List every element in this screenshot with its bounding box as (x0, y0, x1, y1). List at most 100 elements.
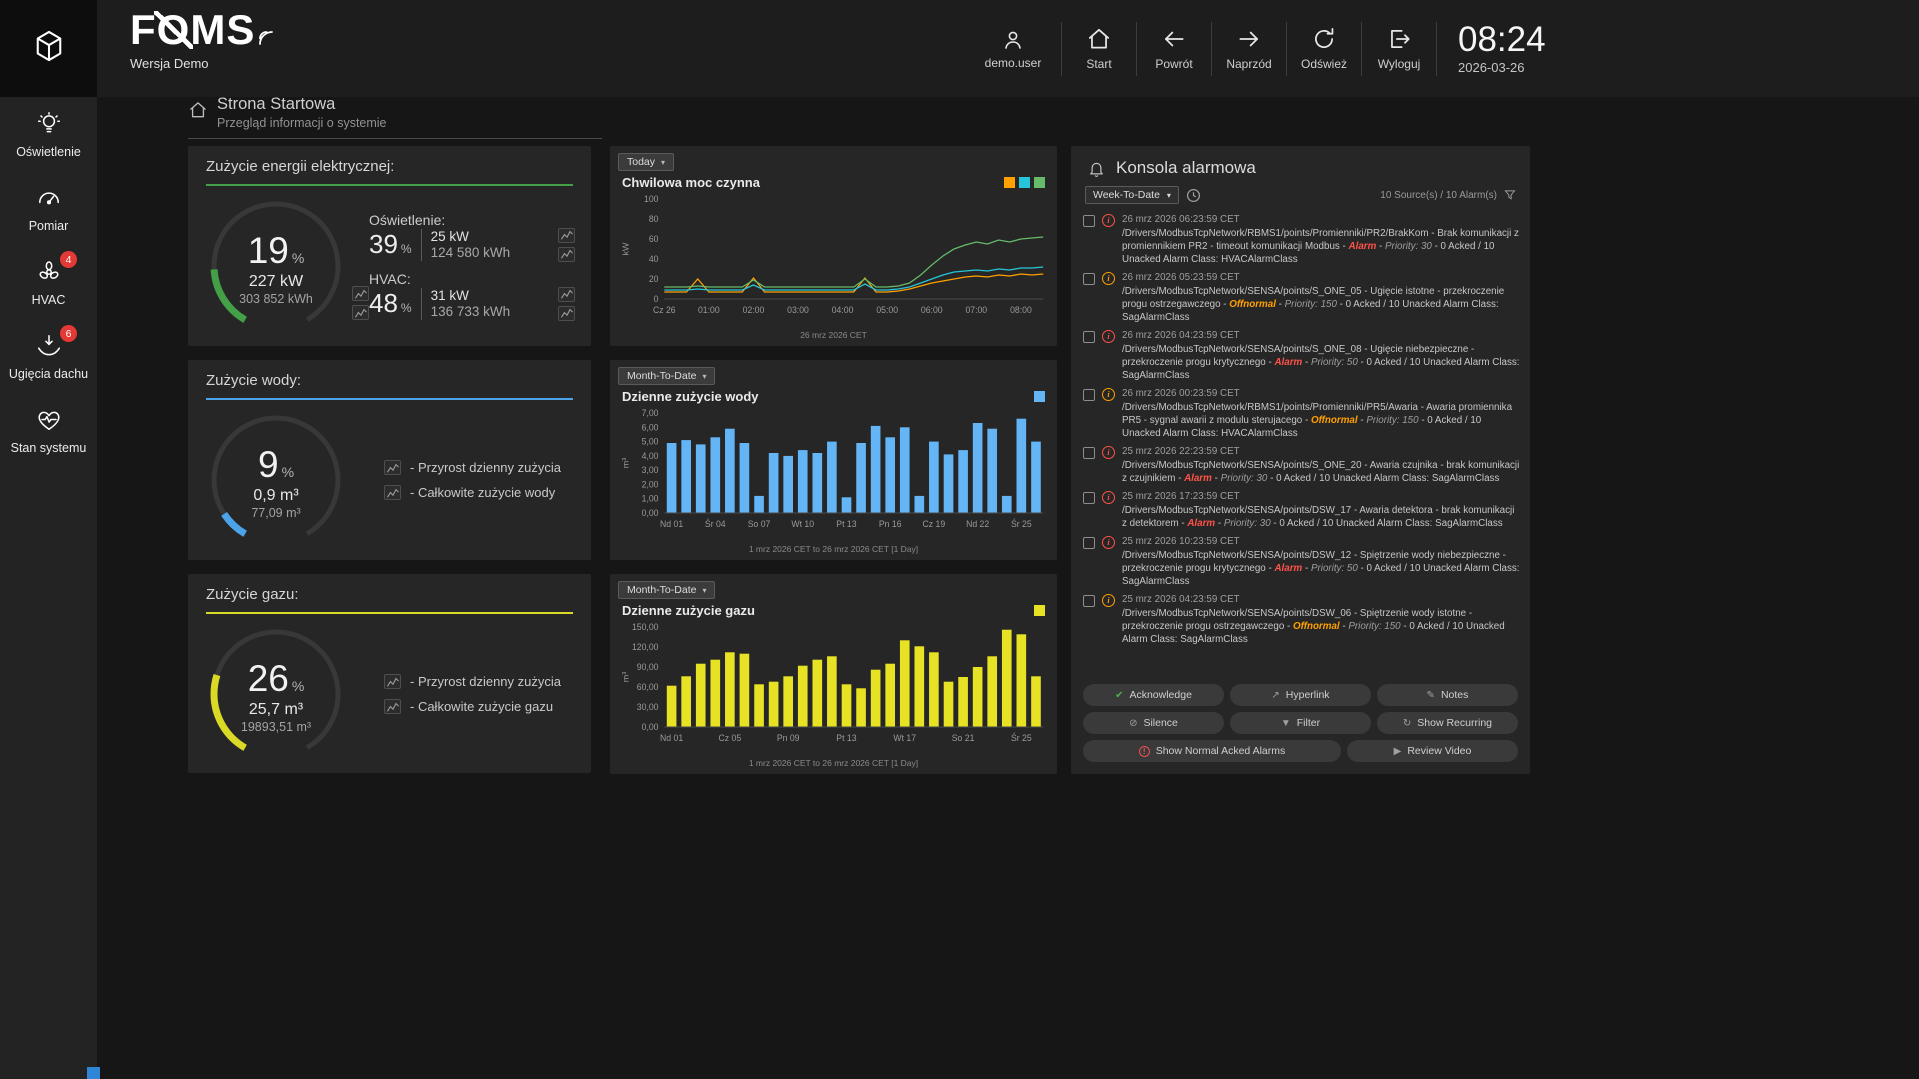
nav-forward[interactable]: Naprzód (1217, 26, 1281, 71)
trend-icon[interactable] (384, 674, 401, 689)
svg-text:0,00: 0,00 (642, 508, 659, 518)
trend-icon[interactable] (558, 306, 575, 321)
svg-text:Śr 04: Śr 04 (705, 518, 726, 529)
trend-icon[interactable] (384, 485, 401, 500)
alarm-row[interactable]: i26 mrz 2026 00:23:59 CET/Drivers/Modbus… (1083, 387, 1520, 440)
gas-legend-1: - Przyrost dzienny zużycia (410, 674, 561, 689)
alarm-time: 25 mrz 2026 04:23:59 CET (1122, 593, 1520, 606)
alarm-checkbox[interactable] (1083, 595, 1095, 607)
alarm-severity-icon: i (1102, 272, 1115, 285)
svg-text:2,00: 2,00 (642, 479, 659, 489)
gas-chart-panel: Month-To-Date ▾ Dzienne zużycie gazu 0,0… (610, 574, 1057, 774)
sidebar-item-oswietlenie[interactable]: Oświetlenie (0, 97, 97, 171)
alarm-console: Konsola alarmowa Week-To-Date ▾ 10 Sourc… (1071, 146, 1530, 774)
app-screen: FOMS Wersja Demo demo.user Start (0, 0, 1919, 1079)
divider (421, 288, 422, 320)
divider (1136, 22, 1137, 76)
alarm-btn-review-video[interactable]: ▶Review Video (1347, 740, 1518, 762)
alarm-list: i26 mrz 2026 06:23:59 CET/Drivers/Modbus… (1071, 211, 1530, 678)
filter-icon: ▼ (1281, 718, 1291, 729)
alarm-row[interactable]: i25 mrz 2026 17:23:59 CET/Drivers/Modbus… (1083, 490, 1520, 530)
clock: 08:24 2026-03-26 (1454, 22, 1546, 75)
alarm-severity-icon: i (1102, 446, 1115, 459)
nav-refresh[interactable]: Odśwież (1292, 26, 1356, 71)
legend-swatch (1034, 177, 1045, 188)
silence-icon: ⊘ (1129, 718, 1137, 729)
alarm-row[interactable]: i26 mrz 2026 06:23:59 CET/Drivers/Modbus… (1083, 213, 1520, 266)
alarm-checkbox[interactable] (1083, 273, 1095, 285)
hvac-energy: 136 733 kWh (431, 304, 511, 319)
gas-chart: 0,0030,0060,0090,00120,00150,00m³Nd 01Cz… (618, 619, 1049, 757)
svg-text:04:00: 04:00 (832, 305, 854, 315)
alarm-text: 25 mrz 2026 22:23:59 CET/Drivers/ModbusT… (1122, 445, 1520, 485)
svg-text:20: 20 (649, 274, 659, 284)
nav-back[interactable]: Powrót (1142, 26, 1206, 71)
trend-icon[interactable] (384, 699, 401, 714)
alarm-message: /Drivers/ModbusTcpNetwork/RBMS1/points/P… (1122, 227, 1520, 266)
chevron-down-icon: ▾ (702, 372, 706, 381)
gas-percent: 26 (248, 658, 289, 699)
energy-power: 227 kW (249, 273, 303, 291)
alarm-checkbox[interactable] (1083, 389, 1095, 401)
sidebar-item-pomiar[interactable]: Pomiar (0, 171, 97, 245)
svg-text:30,00: 30,00 (637, 702, 659, 712)
gas-gauge: 26% 25,7 m³ 19893,51 m³ (202, 620, 350, 768)
alarm-checkbox[interactable] (1083, 215, 1095, 227)
filter-icon[interactable] (1504, 189, 1516, 201)
water-chart-panel: Month-To-Date ▾ Dzienne zużycie wody 0,0… (610, 360, 1057, 560)
check-icon: ✔ (1115, 690, 1123, 701)
roof-deflection-icon (36, 332, 62, 360)
brand-title: FOMS (130, 8, 274, 54)
trend-icon[interactable] (558, 228, 575, 243)
sidebar-item-hvac[interactable]: 4 HVAC (0, 245, 97, 319)
alarm-btn-show-normal-acked-alarms[interactable]: !Show Normal Acked Alarms (1083, 740, 1341, 762)
trend-icon[interactable] (384, 460, 401, 475)
nav-logout[interactable]: Wyloguj (1367, 26, 1431, 71)
alarm-row[interactable]: i25 mrz 2026 10:23:59 CET/Drivers/Modbus… (1083, 535, 1520, 588)
trend-icon[interactable] (558, 247, 575, 262)
water-percent: 9 (258, 444, 279, 485)
alarm-time: 25 mrz 2026 22:23:59 CET (1122, 445, 1520, 458)
fan-icon (36, 258, 62, 286)
clock-icon[interactable] (1186, 188, 1201, 203)
alarm-btn-notes[interactable]: ✎Notes (1377, 684, 1518, 706)
power-chart-panel: Today ▾ Chwilowa moc czynna 020406080100… (610, 146, 1057, 346)
range-selector-today[interactable]: Today ▾ (618, 153, 674, 171)
alarm-row[interactable]: i25 mrz 2026 04:23:59 CET/Drivers/Modbus… (1083, 593, 1520, 646)
svg-text:02:00: 02:00 (743, 305, 765, 315)
alarm-btn-silence[interactable]: ⊘Silence (1083, 712, 1224, 734)
alarm-btn-acknowledge[interactable]: ✔Acknowledge (1083, 684, 1224, 706)
sidebar-item-ugiecia-dachu[interactable]: 6 Ugięcia dachu (0, 319, 97, 393)
scroll-indicator[interactable] (87, 1067, 100, 1079)
svg-text:01:00: 01:00 (698, 305, 720, 315)
water-chart-footer: 1 mrz 2026 CET to 26 mrz 2026 CET [1 Day… (618, 543, 1049, 556)
notes-icon: ✎ (1427, 690, 1435, 701)
alarm-row[interactable]: i26 mrz 2026 05:23:59 CET/Drivers/Modbus… (1083, 271, 1520, 324)
alarm-btn-filter[interactable]: ▼Filter (1230, 712, 1371, 734)
trend-icon[interactable] (352, 286, 369, 301)
alarm-checkbox[interactable] (1083, 447, 1095, 459)
alarm-row[interactable]: i 25 mrz 2026 22:23:59 CET/Drivers/Modbus… (1083, 445, 1520, 485)
user-menu[interactable]: demo.user (970, 28, 1056, 70)
alarm-btn-show-recurring[interactable]: ↻Show Recurring (1377, 712, 1518, 734)
divider (1211, 22, 1212, 76)
svg-text:Wt 10: Wt 10 (791, 519, 814, 529)
app-logo-button[interactable] (0, 0, 97, 97)
svg-text:Nd 22: Nd 22 (966, 519, 989, 529)
alarm-checkbox[interactable] (1083, 331, 1095, 343)
alarm-checkbox[interactable] (1083, 537, 1095, 549)
alarm-buttons: ✔Acknowledge ↗Hyperlink ✎Notes ⊘Silence ▼Fil… (1071, 678, 1530, 774)
alarm-row[interactable]: i26 mrz 2026 04:23:59 CET/Drivers/Modbus… (1083, 329, 1520, 382)
range-selector-water[interactable]: Month-To-Date ▾ (618, 367, 715, 385)
sidebar-item-stan-systemu[interactable]: Stan systemu (0, 393, 97, 467)
alarm-btn-hyperlink[interactable]: ↗Hyperlink (1230, 684, 1371, 706)
trend-icon[interactable] (352, 305, 369, 320)
alarm-console-title: Konsola alarmowa (1116, 158, 1256, 178)
alarm-severity-icon: i (1102, 594, 1115, 607)
nav-start[interactable]: Start (1067, 26, 1131, 71)
alarm-checkbox[interactable] (1083, 492, 1095, 504)
range-selector-gas[interactable]: Month-To-Date ▾ (618, 581, 715, 599)
gas-legend-2: - Całkowite zużycie gazu (410, 699, 553, 714)
trend-icon[interactable] (558, 287, 575, 302)
alarm-range-select[interactable]: Week-To-Date ▾ (1085, 186, 1179, 204)
